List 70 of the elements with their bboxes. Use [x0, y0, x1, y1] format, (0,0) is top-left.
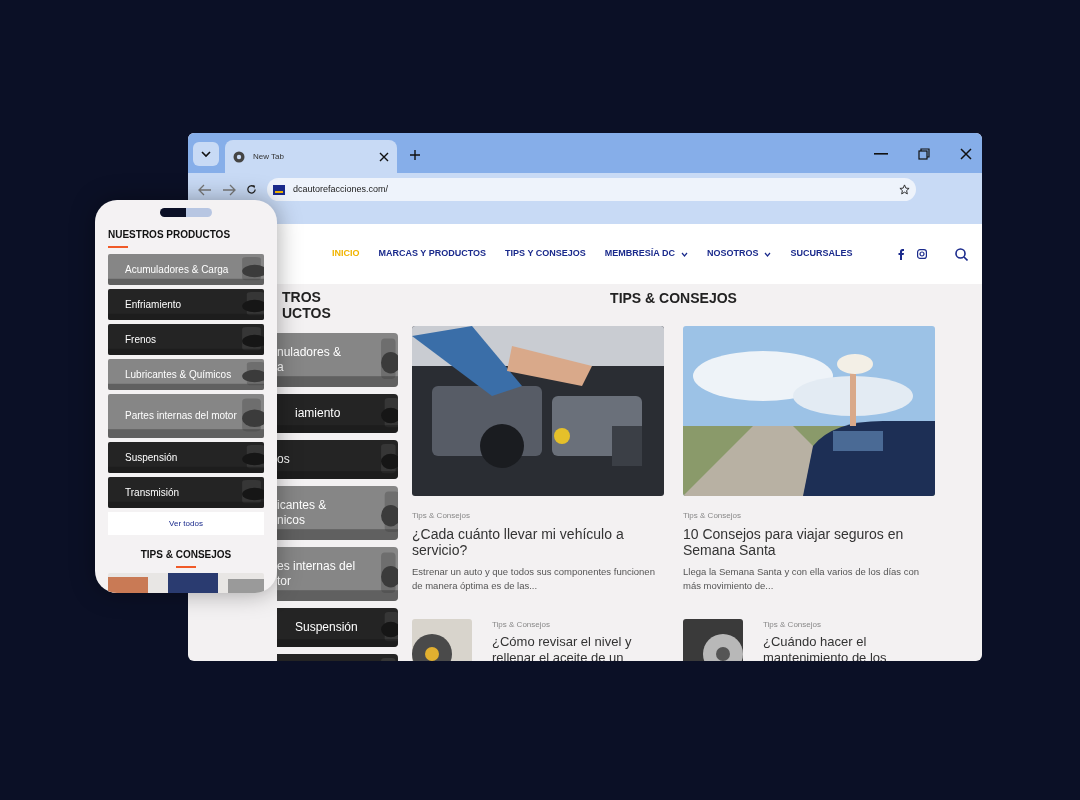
- post-excerpt: Llega la Semana Santa y con ella varios de los días con más movimiento de...: [683, 565, 921, 593]
- new-tab-icon[interactable]: [409, 149, 421, 161]
- browser-tab[interactable]: New Tab: [225, 140, 397, 173]
- back-icon[interactable]: [198, 184, 212, 196]
- category-label: Lubricantes & Químicos: [125, 368, 232, 381]
- nav-link[interactable]: TIPS Y CONSEJOS: [505, 247, 586, 261]
- category-card[interactable]: Suspensión: [108, 442, 264, 473]
- category-label: Transmisión: [125, 486, 180, 499]
- nav-link[interactable]: NOSOTROS: [706, 247, 772, 261]
- reload-icon[interactable]: [246, 184, 257, 195]
- address-bar[interactable]: dcautorefacciones.com/: [267, 178, 916, 201]
- category-card[interactable]: Lubricantes & Químicos: [108, 359, 264, 390]
- nav-link[interactable]: SUCURSALES: [790, 247, 853, 261]
- post-category: Tips & Consejos: [492, 619, 551, 631]
- category-card[interactable]: Enfriamiento: [108, 289, 264, 320]
- title-underline: [108, 246, 128, 248]
- category-label: Frenos: [125, 333, 157, 346]
- nav-link[interactable]: MARCAS Y PRODUCTOS: [378, 247, 487, 261]
- close-icon[interactable]: [960, 148, 972, 160]
- category-card[interactable]: Suspensión: [277, 608, 398, 647]
- section-title: TIPS & CONSEJOS: [139, 548, 233, 562]
- category-card[interactable]: Transmisión: [108, 477, 264, 508]
- section-title: TIPS & CONSEJOS: [610, 289, 737, 308]
- restore-icon[interactable]: [918, 148, 930, 160]
- category-label: Suspensión: [294, 620, 359, 635]
- category-card[interactable]: Frenos: [108, 324, 264, 355]
- post-title[interactable]: 10 Consejos para viajar seguros en Semana Santa: [683, 526, 935, 558]
- category-label: nicos: [277, 513, 306, 528]
- search-icon[interactable]: [955, 247, 968, 261]
- category-label: a: [277, 360, 285, 375]
- category-label: icantes &: [277, 498, 328, 513]
- category-label: nuladores &: [277, 345, 343, 360]
- phone-notch: [160, 208, 212, 217]
- category-label: Enfriamiento: [125, 298, 182, 311]
- category-label: Acumuladores & Carga: [125, 263, 229, 276]
- category-card[interactable]: es internas del tor: [277, 547, 398, 601]
- sidebar-title: TROS: [282, 289, 322, 305]
- tab-title: New Tab: [253, 150, 285, 163]
- category-label: Suspensión: [125, 451, 178, 464]
- category-card[interactable]: nuladores & a: [277, 333, 398, 387]
- category-label: es internas del: [277, 559, 357, 574]
- chevron-down-icon: [200, 148, 212, 160]
- sidebar-title: UCTOS: [282, 305, 332, 321]
- url-text: dcautorefacciones.com/: [293, 182, 390, 196]
- browser-logo-icon: [233, 150, 245, 163]
- close-icon[interactable]: [379, 151, 389, 162]
- instagram-icon[interactable]: [917, 249, 927, 259]
- category-card[interactable]: iamiento: [277, 394, 398, 433]
- category-label: iamiento: [294, 406, 342, 421]
- category-card[interactable]: os: [277, 440, 398, 479]
- post-category: Tips & Consejos: [412, 510, 471, 522]
- post-excerpt: Estrenar un auto y que todos sus componentes funcionen de manera óptima es de las...: [412, 565, 656, 593]
- post-category: Tips & Consejos: [683, 510, 742, 522]
- category-card[interactable]: Partes internas del motor: [108, 394, 264, 438]
- tab-list-button[interactable]: [193, 142, 219, 166]
- category-label: tor: [277, 574, 292, 589]
- nav-link[interactable]: MEMBRESÍA DC: [604, 247, 688, 261]
- forward-icon[interactable]: [222, 184, 236, 196]
- see-all-button[interactable]: Ver todos: [108, 512, 264, 535]
- site-logo-icon: [273, 184, 285, 195]
- post-category: Tips & Consejos: [763, 619, 822, 631]
- post-title[interactable]: ¿Cada cuánto llevar mi vehículo a servicio?: [412, 526, 664, 558]
- category-card[interactable]: Acumuladores & Carga: [108, 254, 264, 285]
- section-title: NUESTROS PRODUCTOS: [108, 228, 232, 242]
- facebook-icon[interactable]: [898, 248, 904, 260]
- category-label: os: [277, 452, 291, 467]
- category-card[interactable]: icantes & nicos: [277, 486, 398, 540]
- star-icon[interactable]: [899, 184, 910, 195]
- title-underline: [176, 566, 196, 568]
- category-label: Partes internas del motor: [125, 410, 237, 422]
